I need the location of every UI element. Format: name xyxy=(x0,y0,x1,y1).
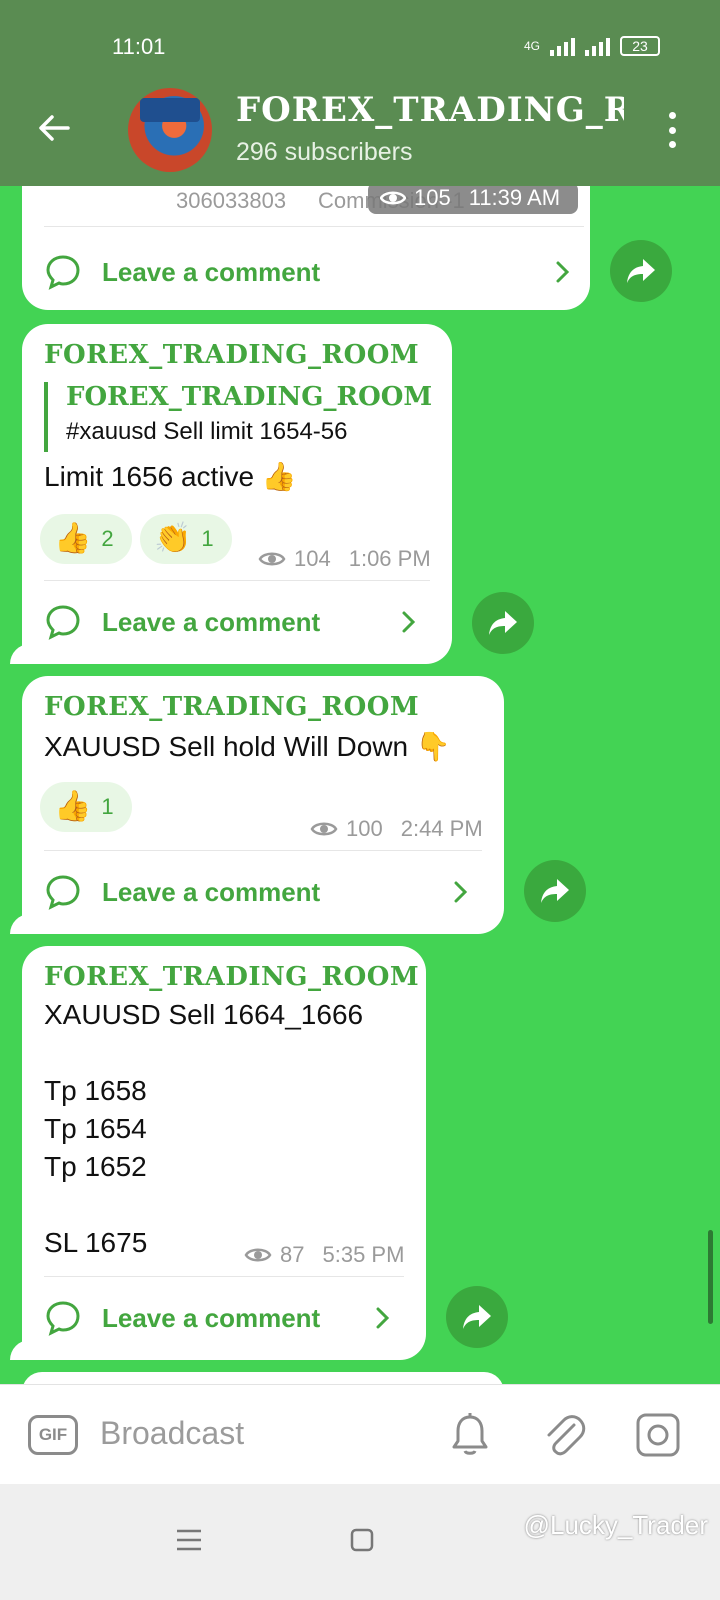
clap-icon: 👏 xyxy=(154,522,192,555)
leave-comment-label: Leave a comment xyxy=(102,1302,321,1333)
message-sender: FOREX_TRADING_ROOM xyxy=(44,340,420,370)
message-sender: FOREX_TRADING_ROOM xyxy=(44,692,420,722)
bubble-tail xyxy=(10,1340,30,1360)
reaction-count: 2 xyxy=(101,526,114,551)
chevron-right-icon xyxy=(454,881,468,903)
broadcast-input-bar: GIF Broadcast xyxy=(0,1384,720,1484)
partial-text-left: 306033803 xyxy=(176,188,287,213)
signal-icon-2 xyxy=(585,36,610,56)
camera-icon[interactable] xyxy=(634,1411,682,1459)
message-time: 5:35 PM xyxy=(322,1242,405,1267)
leave-comment-row[interactable]: Leave a comment xyxy=(44,1288,404,1348)
message-meta: 104 1:06 PM xyxy=(258,546,431,572)
battery-icon: 23 xyxy=(620,36,660,56)
reaction-thumbs-up[interactable]: 👍 2 xyxy=(40,514,132,564)
divider xyxy=(44,226,584,227)
paperclip-icon[interactable] xyxy=(540,1411,588,1459)
message-time: 11:39 AM xyxy=(468,185,561,210)
views-count: 87 xyxy=(280,1242,305,1267)
reply-quote[interactable]: FOREX_TRADING_ROOM #xauusd Sell limit 16… xyxy=(44,382,432,452)
reaction-thumbs-up[interactable]: 👍 1 xyxy=(40,782,132,832)
status-time: 11:01 xyxy=(112,34,166,59)
share-forward-icon xyxy=(463,1305,491,1329)
views-count: 105 xyxy=(414,185,451,210)
reaction-count: 1 xyxy=(201,526,214,551)
eye-icon xyxy=(258,552,286,566)
message-text: XAUUSD Sell hold Will Down 👇 xyxy=(44,731,451,762)
system-nav-bar xyxy=(0,1484,720,1600)
gif-button[interactable]: GIF xyxy=(28,1415,78,1455)
message-text: XAUUSD Sell 1664_1666 Tp 1658 Tp 1654 Tp… xyxy=(44,999,364,1258)
channel-title[interactable]: FOREX_TRADING_ROOM xyxy=(236,90,624,134)
home-square-icon[interactable] xyxy=(350,1528,374,1552)
watermark: @Lucky_Trader xyxy=(523,1510,708,1540)
share-forward-button[interactable] xyxy=(610,240,672,302)
status-icons: 4G 23 xyxy=(524,36,660,56)
divider xyxy=(44,850,482,851)
chevron-right-icon xyxy=(402,611,416,633)
chevron-right-icon xyxy=(376,1307,390,1329)
views-time-overlay: 105 11:39 AM xyxy=(368,182,578,214)
reaction-clap[interactable]: 👏 1 xyxy=(140,514,232,564)
thumbs-up-icon: 👍 xyxy=(54,790,92,823)
divider xyxy=(44,1276,404,1277)
bell-icon[interactable] xyxy=(446,1411,494,1459)
more-vert-icon[interactable] xyxy=(662,110,682,150)
message-card: FOREX_TRADING_ROOM FOREX_TRADING_ROOM #x… xyxy=(22,324,452,664)
share-forward-button[interactable] xyxy=(446,1286,508,1348)
message-sender: FOREX_TRADING_ROOM xyxy=(44,962,420,992)
thumbs-up-icon: 👍 xyxy=(54,522,92,555)
network-label: 4G xyxy=(523,39,540,53)
leave-comment-label: Leave a comment xyxy=(102,256,321,287)
scrollbar[interactable] xyxy=(708,1230,713,1324)
signal-icon xyxy=(550,36,575,56)
leave-comment-row[interactable]: Leave a comment xyxy=(44,592,430,652)
comment-bubble-icon xyxy=(46,875,80,910)
leave-comment-row[interactable]: Leave a comment xyxy=(44,862,482,922)
menu-icon[interactable] xyxy=(176,1528,202,1552)
share-forward-button[interactable] xyxy=(524,860,586,922)
comment-bubble-icon xyxy=(46,605,80,640)
comment-bubble-icon xyxy=(46,1301,80,1336)
share-forward-icon xyxy=(627,259,655,283)
eye-icon xyxy=(380,191,406,205)
chevron-right-icon xyxy=(556,261,570,283)
message-card: FOREX_TRADING_ROOM XAUUSD Sell hold Will… xyxy=(22,676,504,934)
divider xyxy=(44,580,430,581)
broadcast-input[interactable]: Broadcast xyxy=(100,1415,244,1452)
share-forward-button[interactable] xyxy=(472,592,534,654)
comment-bubble-icon xyxy=(46,255,80,290)
message-text: Limit 1656 active 👍 xyxy=(44,461,297,492)
message-card: FOREX_TRADING_ROOM XAUUSD Sell 1664_1666… xyxy=(22,946,426,1360)
message-time: 1:06 PM xyxy=(348,546,431,571)
reaction-count: 1 xyxy=(101,794,114,819)
leave-comment-label: Leave a comment xyxy=(102,876,321,907)
share-forward-icon xyxy=(489,611,517,635)
message-time: 2:44 PM xyxy=(400,816,483,841)
channel-avatar[interactable] xyxy=(128,88,212,172)
bubble-tail xyxy=(10,644,30,664)
eye-icon xyxy=(310,822,338,836)
subscriber-count: 296 subscribers xyxy=(236,138,413,166)
bubble-tail xyxy=(10,914,30,934)
views-count: 104 xyxy=(294,546,331,571)
message-meta: 100 2:44 PM xyxy=(310,816,483,842)
quote-text: #xauusd Sell limit 1654-56 xyxy=(66,418,348,445)
leave-comment-label: Leave a comment xyxy=(102,606,321,637)
app-header: 11:01 4G 23 FOREX_TRADING_ROOM 296 subsc… xyxy=(0,0,720,186)
eye-icon xyxy=(244,1248,272,1262)
quote-sender: FOREX_TRADING_ROOM xyxy=(66,382,433,412)
views-count: 100 xyxy=(346,816,383,841)
share-forward-icon xyxy=(541,879,569,903)
message-meta: 87 5:35 PM xyxy=(244,1242,404,1268)
back-arrow-icon[interactable] xyxy=(34,108,74,148)
leave-comment-row[interactable]: Leave a comment xyxy=(44,242,584,302)
